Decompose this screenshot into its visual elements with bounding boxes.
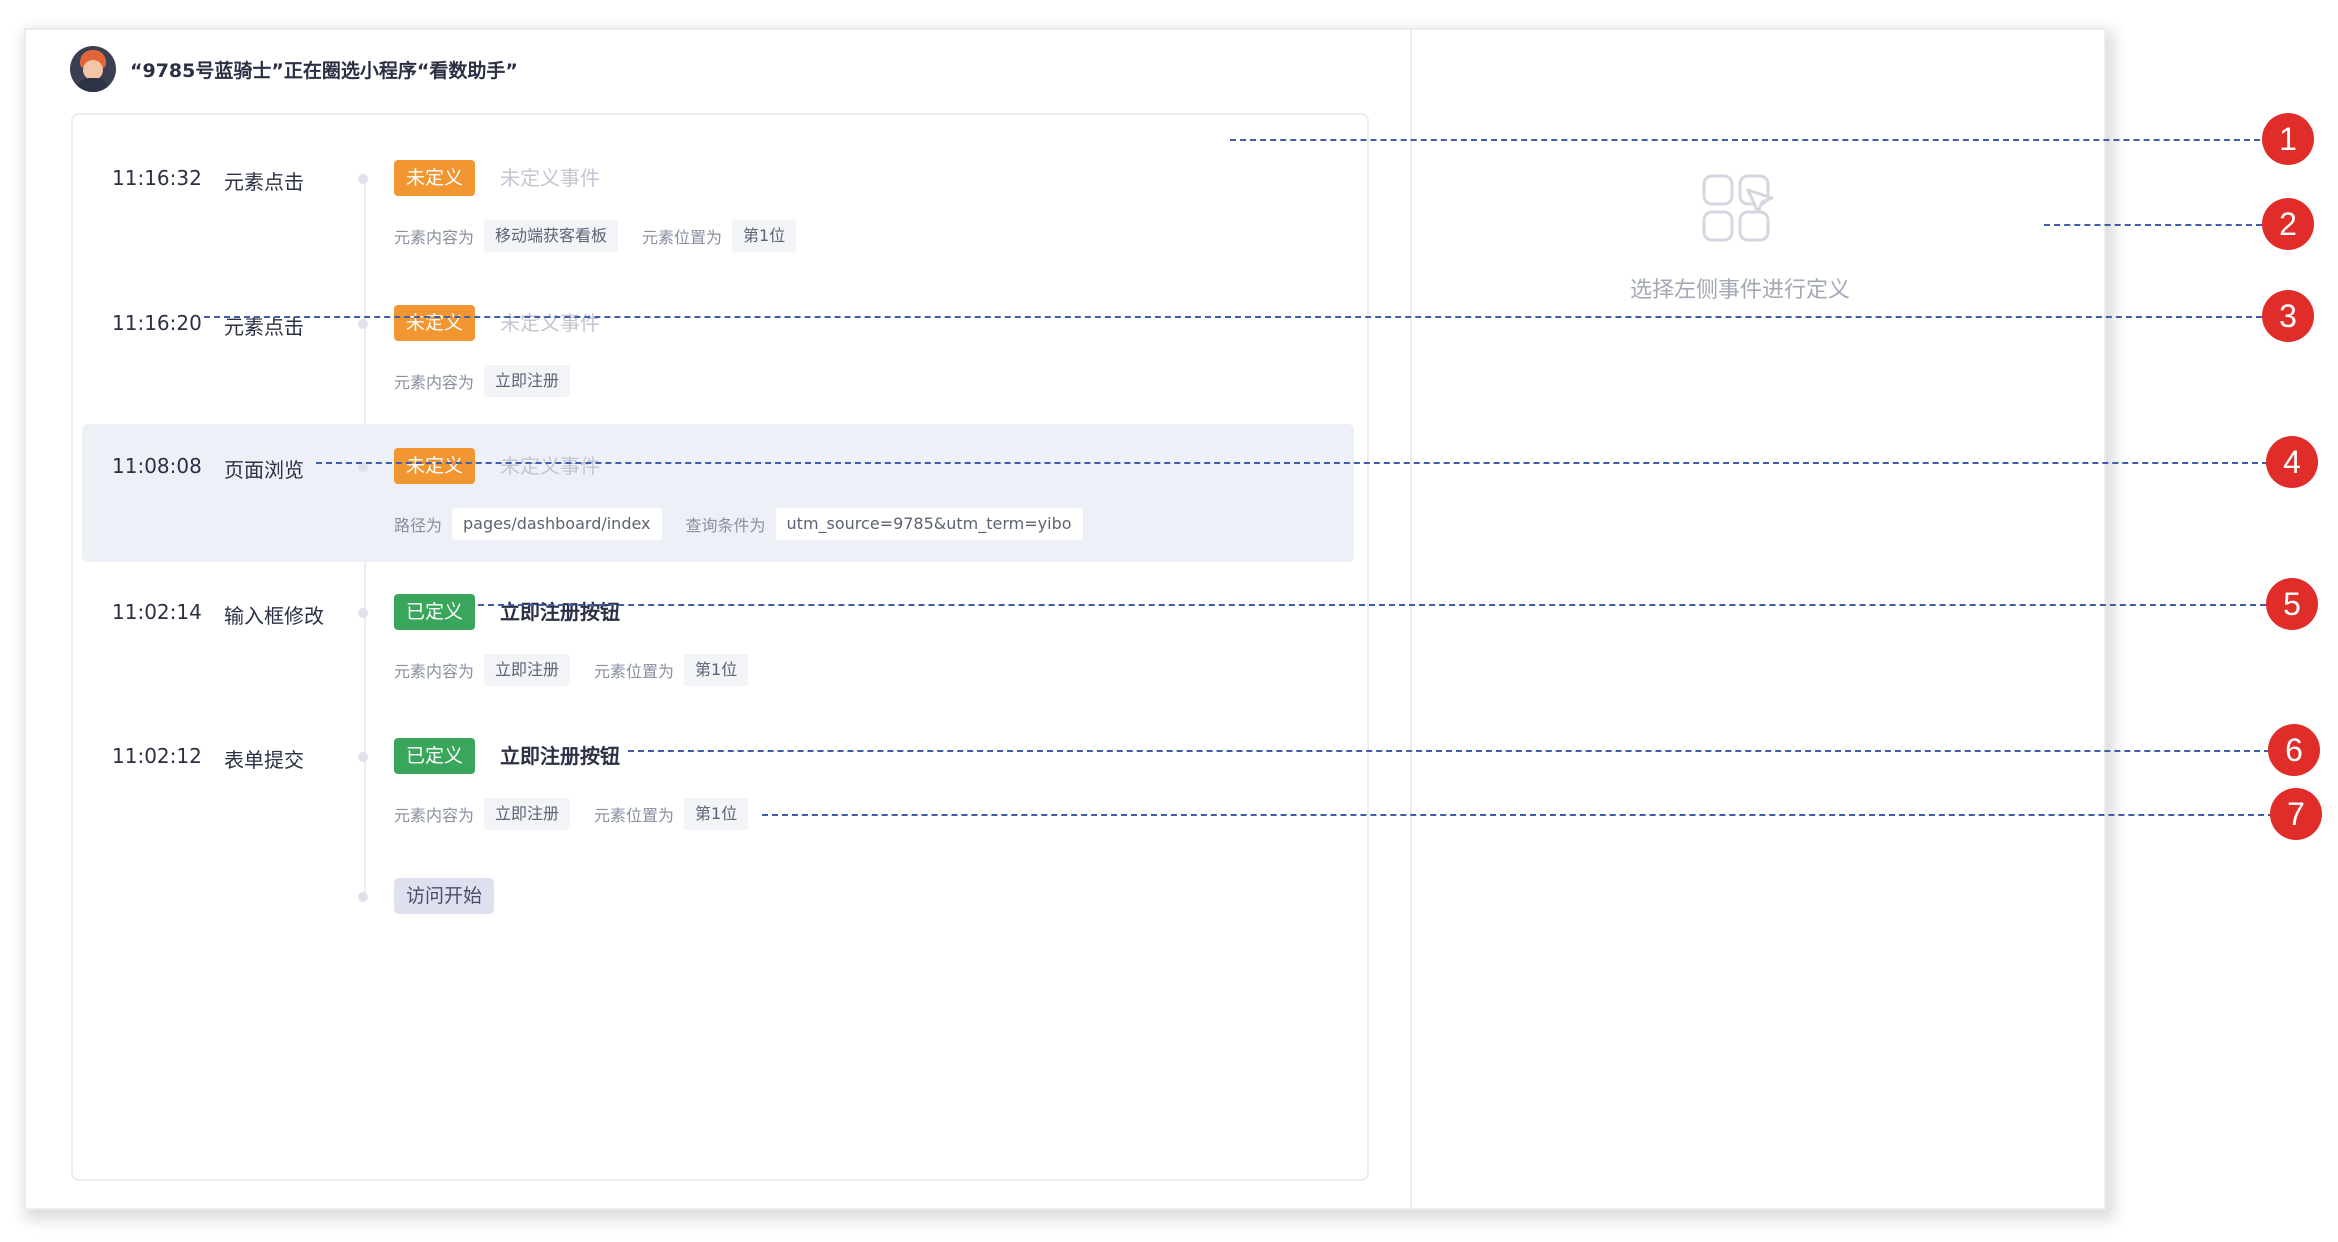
status-badge: 未定义 xyxy=(394,448,476,484)
timeline-dot xyxy=(358,892,368,902)
timeline-dot xyxy=(358,174,368,184)
event-time: 11:16:32 xyxy=(112,166,202,190)
attr-value: 第1位 xyxy=(684,798,749,830)
avatar xyxy=(70,46,116,92)
event-type: 页面浏览 xyxy=(224,458,304,482)
event-attributes: 元素内容为 移动端获客看板 元素位置为 第1位 xyxy=(394,220,820,252)
event-name: 未定义事件 xyxy=(500,454,600,478)
attr-key: 元素内容为 xyxy=(394,373,475,392)
visit-start-label: 访问开始 xyxy=(394,878,495,914)
event-attributes: 元素内容为 立即注册 元素位置为 第1位 xyxy=(394,654,772,686)
callout-line xyxy=(628,750,2270,752)
event-time: 11:02:14 xyxy=(112,600,202,624)
timeline-dot xyxy=(358,752,368,762)
callout-line xyxy=(204,316,2262,318)
attr-key: 元素位置为 xyxy=(594,662,675,681)
attr-value: utm_source=9785&utm_term=yibo xyxy=(775,508,1083,540)
status-badge: 已定义 xyxy=(394,594,476,630)
timeline-event[interactable]: 11:16:20 元素点击 未定义 未定义事件 元素内容为 立即注册 xyxy=(82,295,1354,405)
event-time: 11:08:08 xyxy=(112,454,202,478)
select-event-icon xyxy=(1702,174,1774,242)
attr-key: 元素内容为 xyxy=(394,662,475,681)
timeline-event[interactable]: 11:16:32 元素点击 未定义 未定义事件 元素内容为 移动端获客看板 元素… xyxy=(82,150,1354,260)
attr-value: 立即注册 xyxy=(484,654,571,686)
callout-line xyxy=(2044,224,2262,226)
status-badge: 已定义 xyxy=(394,738,476,774)
attr-value: 第1位 xyxy=(732,220,797,252)
event-time: 11:02:12 xyxy=(112,744,202,768)
header: “9785号蓝骑士”正在圈选小程序“看数助手” xyxy=(70,46,518,92)
attr-key: 元素位置为 xyxy=(642,228,723,247)
callout-line xyxy=(1230,139,2260,141)
attr-value: 立即注册 xyxy=(484,798,571,830)
timeline-event[interactable]: 11:02:12 表单提交 已定义 立即注册按钮 元素内容为 立即注册 元素位置… xyxy=(82,728,1354,838)
event-type: 输入框修改 xyxy=(224,604,324,628)
timeline-dot xyxy=(358,319,368,329)
event-attributes: 元素内容为 立即注册 xyxy=(394,365,594,397)
callout-marker: 6 xyxy=(2268,724,2320,776)
callout-line xyxy=(478,604,2266,606)
attr-value: pages/dashboard/index xyxy=(452,508,662,540)
callout-line xyxy=(762,814,2274,816)
panel-divider xyxy=(1410,30,1412,1208)
attr-key: 路径为 xyxy=(394,516,443,535)
event-type: 元素点击 xyxy=(224,170,304,194)
event-type: 表单提交 xyxy=(224,748,304,772)
callout-marker: 4 xyxy=(2266,436,2318,488)
event-name: 立即注册按钮 xyxy=(500,744,620,768)
timeline-event-selected[interactable]: 11:08:08 页面浏览 未定义 未定义事件 路径为 pages/dashbo… xyxy=(82,424,1354,562)
event-name: 未定义事件 xyxy=(500,166,600,190)
attr-value: 移动端获客看板 xyxy=(484,220,619,252)
attr-value: 立即注册 xyxy=(484,365,571,397)
empty-state-text: 选择左侧事件进行定义 xyxy=(1629,278,1850,303)
callout-marker: 2 xyxy=(2262,198,2314,250)
event-name: 未定义事件 xyxy=(500,311,600,335)
callout-marker: 1 xyxy=(2262,113,2314,165)
attr-key: 元素内容为 xyxy=(394,228,475,247)
callout-marker: 3 xyxy=(2262,290,2314,342)
attr-value: 第1位 xyxy=(684,654,749,686)
attr-key: 查询条件为 xyxy=(685,516,766,535)
callout-marker: 5 xyxy=(2266,578,2318,630)
callout-marker: 7 xyxy=(2270,788,2322,840)
event-attributes: 元素内容为 立即注册 元素位置为 第1位 xyxy=(394,798,772,830)
status-badge: 未定义 xyxy=(394,305,476,341)
event-name: 立即注册按钮 xyxy=(500,600,620,624)
page-title: “9785号蓝骑士”正在圈选小程序“看数助手” xyxy=(130,59,518,82)
event-attributes: 路径为 pages/dashboard/index 查询条件为 utm_sour… xyxy=(394,508,1107,540)
attr-key: 元素位置为 xyxy=(594,806,675,825)
status-badge: 未定义 xyxy=(394,160,476,196)
event-time: 11:16:20 xyxy=(112,311,202,335)
timeline-dot xyxy=(358,608,368,618)
timeline-event[interactable]: 11:02:14 输入框修改 已定义 立即注册按钮 元素内容为 立即注册 元素位… xyxy=(82,584,1354,694)
attr-key: 元素内容为 xyxy=(394,806,475,825)
callout-line xyxy=(316,462,2268,464)
